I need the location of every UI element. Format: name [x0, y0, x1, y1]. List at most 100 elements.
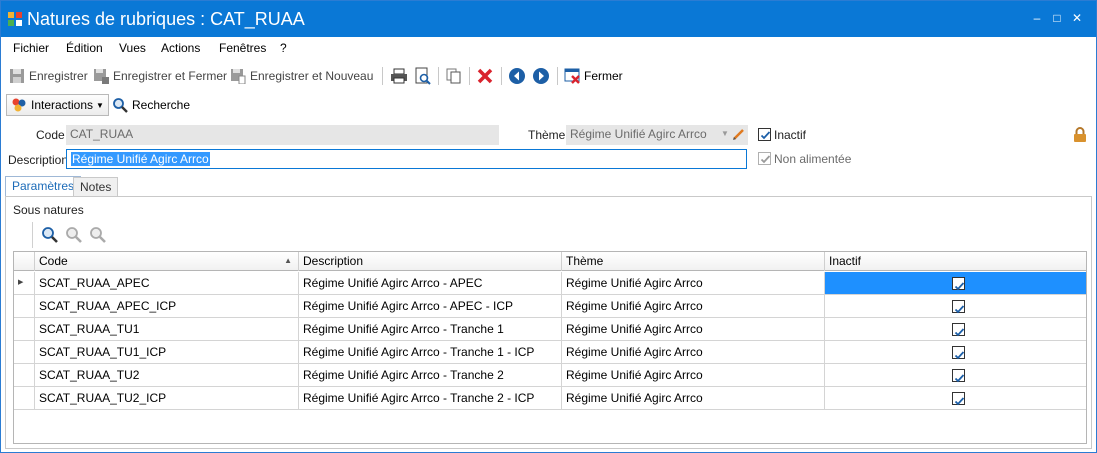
grid-toolbar — [32, 222, 106, 248]
cell-description: Régime Unifié Agirc Arrco - Tranche 2 — [299, 364, 562, 387]
inactive-checkbox[interactable] — [758, 128, 771, 141]
description-field[interactable]: Régime Unifié Agirc Arrco — [66, 149, 747, 169]
edit-pencil-icon — [733, 129, 744, 140]
interactions-label: Interactions — [31, 98, 94, 112]
save-new-button[interactable]: Enregistrer et Nouveau — [230, 67, 373, 85]
sub-natures-grid: Code ▲ Description Thème Inactif ▶ SCAT_R… — [13, 251, 1087, 444]
menu-edition[interactable]: Édition — [66, 41, 103, 55]
row-indicator-header — [14, 252, 35, 271]
close-window-icon — [564, 68, 580, 84]
column-label: Inactif — [829, 254, 862, 268]
save-close-button[interactable]: Enregistrer et Fermer — [93, 67, 227, 85]
cell-code: SCAT_RUAA_TU1 — [35, 318, 299, 341]
interactions-icon — [12, 98, 26, 112]
inactive-checkbox[interactable] — [952, 323, 965, 337]
table-row[interactable]: SCAT_RUAA_APEC_ICP Régime Unifié Agirc Ar… — [14, 295, 1086, 318]
lock-icon — [1074, 127, 1086, 142]
zoom-out-icon[interactable] — [89, 226, 107, 244]
description-value: Régime Unifié Agirc Arrco — [71, 152, 210, 166]
column-header-inactive[interactable]: Inactif — [825, 252, 1086, 271]
cell-inactive — [825, 272, 1086, 295]
inactive-checkbox[interactable] — [952, 392, 965, 406]
toolbar-separator — [557, 67, 558, 85]
cell-inactive — [825, 364, 1086, 387]
sub-natures-title: Sous natures — [13, 203, 84, 217]
search-label: Recherche — [132, 98, 191, 112]
column-header-description[interactable]: Description — [299, 252, 562, 271]
cell-theme: Régime Unifié Agirc Arrco — [562, 318, 825, 341]
cell-theme: Régime Unifié Agirc Arrco — [562, 272, 825, 295]
code-label: Code — [36, 128, 65, 142]
inactive-checkbox[interactable] — [952, 346, 965, 360]
cell-theme: Régime Unifié Agirc Arrco — [562, 341, 825, 364]
window-title: Natures de rubriques : CAT_RUAA — [27, 9, 305, 29]
floppy-icon — [10, 69, 24, 83]
save-new-label: Enregistrer et Nouveau — [250, 69, 374, 83]
column-label: Description — [303, 254, 364, 268]
search-icon — [113, 98, 128, 113]
not-fed-checkbox — [758, 152, 771, 165]
print-preview-icon[interactable] — [414, 67, 432, 85]
sort-ascending-icon: ▲ — [284, 256, 292, 265]
row-indicator — [14, 318, 35, 341]
close-label: Fermer — [584, 69, 623, 83]
menu-fichier[interactable]: Fichier — [13, 41, 49, 55]
cell-description: Régime Unifié Agirc Arrco - APEC — [299, 272, 562, 295]
toolbar-separator — [438, 67, 439, 85]
previous-icon[interactable] — [508, 67, 526, 85]
minimize-icon[interactable]: ‒ — [1029, 10, 1045, 26]
toolbar-separator — [501, 67, 502, 85]
zoom-icon[interactable] — [41, 226, 59, 244]
toolbar-separator — [382, 67, 383, 85]
print-icon[interactable] — [390, 67, 408, 85]
zoom-in-icon[interactable] — [65, 226, 83, 244]
interactions-button[interactable]: Interactions ▼ — [6, 94, 109, 116]
table-row[interactable]: SCAT_RUAA_TU1_ICP Régime Unifié Agirc Arr… — [14, 341, 1086, 364]
copy-icon[interactable] — [445, 67, 463, 85]
not-fed-label: Non alimentée — [774, 152, 852, 166]
menu-actions[interactable]: Actions — [161, 41, 200, 55]
inactive-checkbox[interactable] — [952, 300, 965, 314]
inactive-checkbox[interactable] — [952, 369, 965, 383]
tab-notes[interactable]: Notes — [73, 177, 119, 197]
column-header-theme[interactable]: Thème — [562, 252, 825, 271]
next-icon[interactable] — [532, 67, 550, 85]
search-button[interactable]: Recherche — [108, 94, 194, 116]
close-icon[interactable]: ✕ — [1069, 10, 1085, 26]
chevron-down-icon: ▼ — [721, 129, 729, 138]
description-label: Description — [8, 153, 69, 167]
cell-code: SCAT_RUAA_TU2 — [35, 364, 299, 387]
theme-label: Thème — [528, 128, 566, 142]
code-field: CAT_RUAA — [66, 125, 499, 145]
save-button[interactable]: Enregistrer — [9, 67, 88, 85]
save-close-label: Enregistrer et Fermer — [113, 69, 228, 83]
maximize-icon[interactable]: □ — [1049, 10, 1065, 26]
cell-theme: Régime Unifié Agirc Arrco — [562, 387, 825, 410]
menu-fenetres[interactable]: Fenêtres — [219, 41, 266, 55]
window: Natures de rubriques : CAT_RUAA ‒ □ ✕ Fi… — [0, 0, 1097, 453]
cell-inactive — [825, 387, 1086, 410]
row-indicator — [14, 364, 35, 387]
table-row[interactable]: SCAT_RUAA_TU1 Régime Unifié Agirc Arrco -… — [14, 318, 1086, 341]
column-header-code[interactable]: Code ▲ — [35, 252, 299, 271]
floppy-new-icon — [231, 69, 246, 84]
cell-inactive — [825, 295, 1086, 318]
floppy-close-icon — [94, 69, 109, 84]
cell-inactive — [825, 341, 1086, 364]
cell-theme: Régime Unifié Agirc Arrco — [562, 295, 825, 318]
menu-vues[interactable]: Vues — [119, 41, 146, 55]
table-row[interactable]: ▶ SCAT_RUAA_APEC Régime Unifié Agirc Arrco… — [14, 272, 1086, 295]
tab-parametres[interactable]: Paramètres — [5, 176, 82, 198]
column-label: Code — [39, 254, 68, 268]
cell-theme: Régime Unifié Agirc Arrco — [562, 364, 825, 387]
delete-icon[interactable] — [476, 67, 494, 85]
menu-help[interactable]: ? — [280, 41, 287, 55]
row-indicator — [14, 341, 35, 364]
inactive-checkbox[interactable] — [952, 277, 965, 291]
table-row[interactable]: SCAT_RUAA_TU2_ICP Régime Unifié Agirc Arr… — [14, 387, 1086, 410]
cell-code: SCAT_RUAA_TU2_ICP — [35, 387, 299, 410]
title-bar[interactable]: Natures de rubriques : CAT_RUAA ‒ □ ✕ — [1, 1, 1096, 37]
grid-header: Code ▲ Description Thème Inactif — [14, 252, 1086, 271]
close-button[interactable]: Fermer — [564, 67, 623, 85]
table-row[interactable]: SCAT_RUAA_TU2 Régime Unifié Agirc Arrco -… — [14, 364, 1086, 387]
